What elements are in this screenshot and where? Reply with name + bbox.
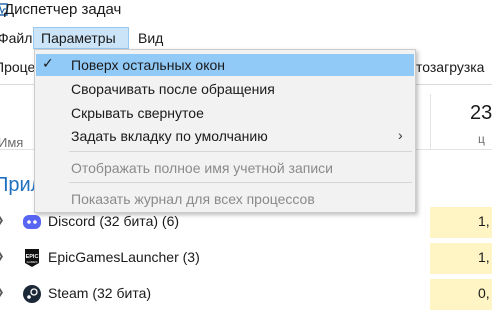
submenu-arrow-icon: › — [398, 127, 403, 143]
menu-item-label: Задать вкладку по умолчанию — [71, 128, 268, 144]
title-bar: Диспетчер задач — [0, 0, 492, 24]
menu-item-label: Поверх остальных окон — [71, 57, 225, 73]
tab-processes[interactable]: Проце — [0, 59, 35, 75]
menu-separator — [69, 151, 412, 152]
options-dropdown-menu: ✓ Поверх остальных окон Сворачивать посл… — [34, 49, 416, 213]
process-name: EpicGamesLauncher (3) — [48, 249, 200, 265]
expand-chevron-icon[interactable]: ❯ — [0, 287, 4, 298]
process-cpu: 1, — [478, 249, 490, 265]
menu-item-minimize-on-use[interactable]: Сворачивать после обращения — [36, 78, 414, 100]
check-icon: ✓ — [42, 55, 54, 71]
process-cpu: 1, — [478, 213, 490, 229]
process-cpu: 0, — [478, 285, 490, 301]
process-row-steam[interactable]: ❯ Steam (32 бита) 0, — [0, 279, 492, 310]
steam-icon — [23, 285, 41, 303]
menu-item-set-default-tab[interactable]: Задать вкладку по умолчанию › — [36, 125, 414, 147]
cpu-total-value: 23 — [470, 102, 492, 124]
menu-item-label: Показать журнал для всех процессов — [71, 191, 315, 207]
process-name: Discord (32 бита) (6) — [48, 213, 180, 229]
menu-options[interactable]: Параметры — [33, 27, 129, 49]
menu-item-always-on-top[interactable]: ✓ Поверх остальных окон — [36, 54, 414, 76]
menu-bar: Файл Параметры Вид — [0, 27, 492, 49]
tab-startup[interactable]: тозагрузка — [416, 59, 484, 75]
process-name: Steam (32 бита) — [48, 285, 152, 301]
menu-separator — [69, 182, 412, 183]
epic-games-icon: EPIC GAMES — [25, 249, 39, 267]
window-title: Диспетчер задач — [4, 1, 122, 18]
menu-item-label: Отображать полное имя учетной записи — [71, 160, 333, 176]
menu-item-hide-when-minimized[interactable]: Скрывать свернутое — [36, 102, 414, 124]
expand-chevron-icon[interactable]: ❯ — [0, 215, 4, 226]
process-row-epic-games[interactable]: ❯ EPIC GAMES EpicGamesLauncher (3) 1, — [0, 243, 492, 274]
menu-item-show-full-account-name: Отображать полное имя учетной записи — [36, 157, 414, 179]
menu-item-show-history-all: Показать журнал для всех процессов — [36, 188, 414, 210]
column-divider — [430, 94, 431, 150]
discord-icon — [23, 215, 41, 229]
expand-chevron-icon[interactable]: ❯ — [0, 251, 4, 262]
cpu-column-label[interactable]: ц — [478, 132, 485, 146]
menu-item-label: Скрывать свернутое — [71, 105, 204, 121]
svg-text:GAMES: GAMES — [27, 260, 38, 264]
menu-view[interactable]: Вид — [133, 27, 168, 49]
menu-item-label: Сворачивать после обращения — [71, 81, 275, 97]
column-name-header[interactable]: Имя — [0, 135, 23, 150]
